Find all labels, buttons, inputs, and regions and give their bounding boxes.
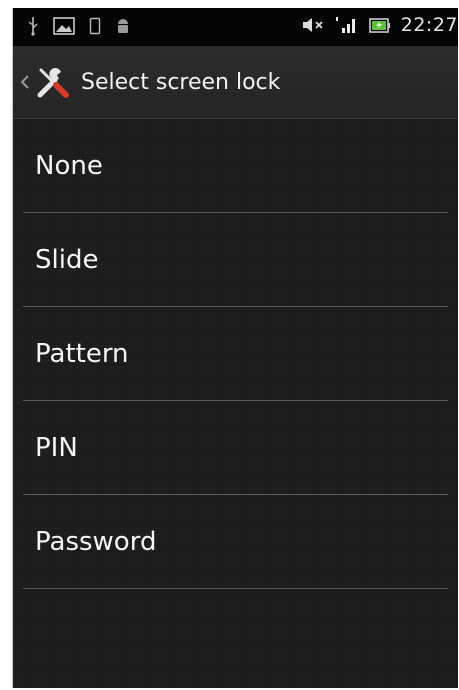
page-title: Select screen lock xyxy=(81,69,281,95)
back-chevron-icon[interactable] xyxy=(17,70,33,94)
option-slide[interactable]: Slide xyxy=(13,213,458,307)
notification-icons xyxy=(27,16,131,36)
option-label: Slide xyxy=(35,245,99,275)
option-pattern[interactable]: Pattern xyxy=(13,307,458,401)
option-pin[interactable]: PIN xyxy=(13,401,458,495)
image-icon xyxy=(53,17,75,35)
status-time: 22:27 xyxy=(400,14,458,36)
android-icon xyxy=(118,19,128,33)
option-password[interactable]: Password xyxy=(13,495,458,589)
action-bar[interactable]: Select screen lock xyxy=(13,46,458,119)
option-none[interactable]: None xyxy=(13,119,458,213)
signal-icon xyxy=(335,17,355,33)
option-label: None xyxy=(35,151,103,181)
system-icons: 22:27 xyxy=(301,14,458,36)
usb-icon xyxy=(28,17,38,36)
divider xyxy=(23,588,448,589)
phone-screen: 22:27 Select screen lock None Slide Patt… xyxy=(12,8,458,688)
option-label: PIN xyxy=(35,433,78,463)
option-label: Pattern xyxy=(35,339,129,369)
phone-outline-icon xyxy=(89,17,101,35)
status-bar: 22:27 xyxy=(13,8,458,46)
mute-icon xyxy=(302,18,323,32)
screen-lock-options: None Slide Pattern PIN Password xyxy=(13,119,458,589)
battery-icon xyxy=(368,18,390,33)
option-label: Password xyxy=(35,527,157,557)
settings-tools-icon[interactable] xyxy=(33,62,73,102)
